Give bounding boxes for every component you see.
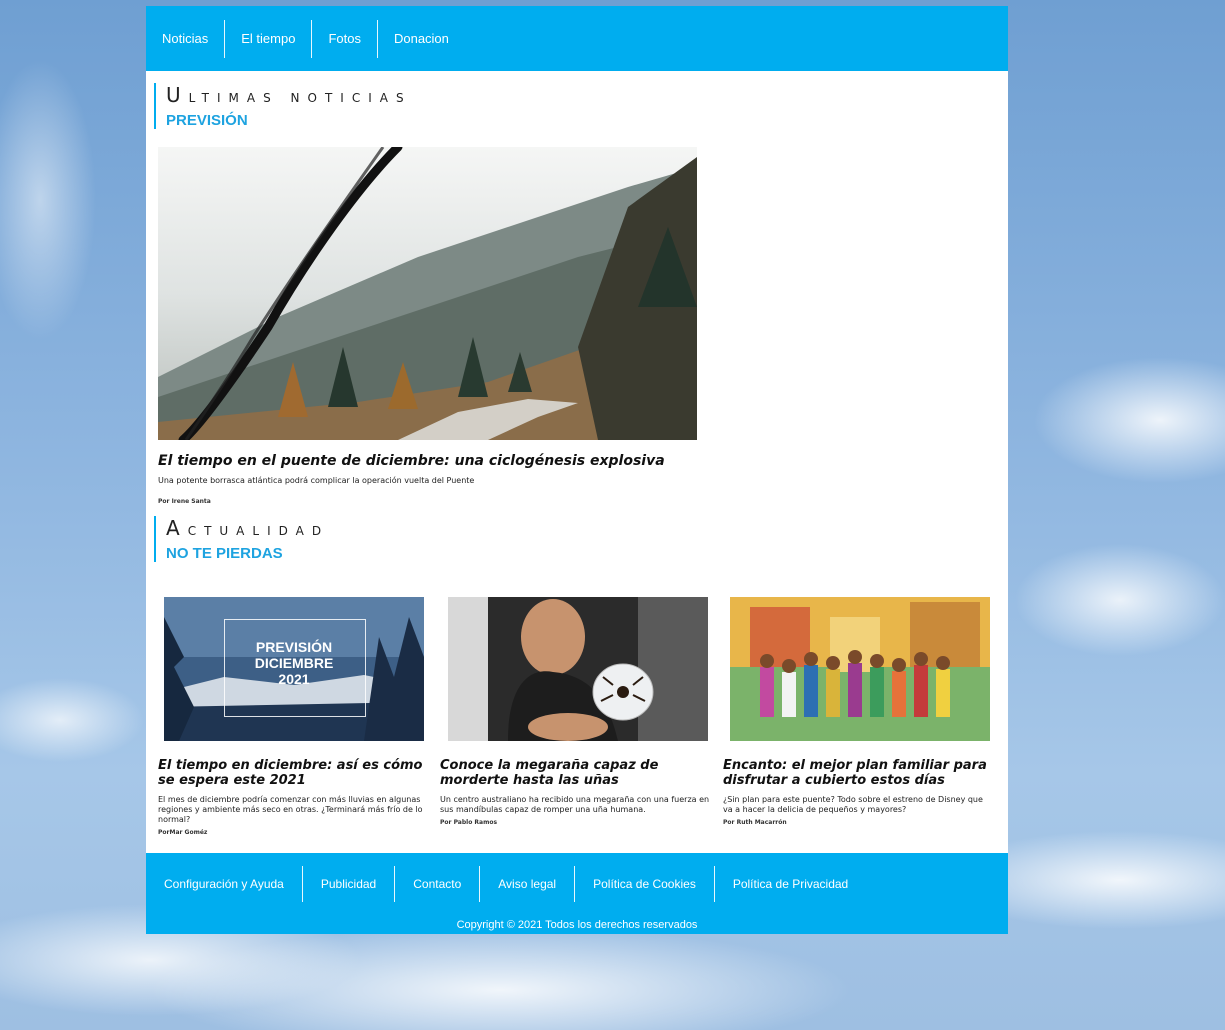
- footer-link-configuracion[interactable]: Configuración y Ayuda: [146, 866, 303, 902]
- card-image-spider[interactable]: [448, 597, 708, 741]
- nav-item-fotos[interactable]: Fotos: [312, 19, 378, 58]
- page-container: Noticias El tiempo Fotos Donacion Ultima…: [146, 6, 1008, 934]
- latest-news-header: Ultimas noticias PREVISIÓN: [154, 83, 412, 129]
- hero-summary: Una potente borrasca atlántica podrá com…: [158, 476, 475, 485]
- actualidad-title: Actualidad: [166, 516, 330, 540]
- card-title[interactable]: Encanto: el mejor plan familiar para dis…: [723, 758, 995, 788]
- footer-link-cookies[interactable]: Política de Cookies: [575, 866, 715, 902]
- card-image-prevision[interactable]: PREVISIÓN DICIEMBRE 2021: [164, 597, 424, 741]
- footer-links: Configuración y Ayuda Publicidad Contact…: [146, 862, 866, 906]
- year-word: 2021: [278, 671, 310, 687]
- card-author: Por Ruth Macarrón: [723, 819, 787, 826]
- top-navigation: Noticias El tiempo Fotos Donacion: [146, 6, 1008, 71]
- hero-headline[interactable]: El tiempo en el puente de diciembre: una…: [158, 453, 665, 469]
- card-image-encanto[interactable]: [730, 597, 990, 741]
- footer-link-aviso-legal[interactable]: Aviso legal: [480, 866, 576, 902]
- footer-link-contacto[interactable]: Contacto: [395, 866, 481, 902]
- card-summary: Un centro australiano ha recibido una me…: [440, 795, 710, 814]
- card-image-spider-art: [448, 597, 708, 741]
- prevision-overlay-text: PREVISIÓN DICIEMBRE 2021: [224, 639, 364, 687]
- diciembre-word: DICIEMBRE: [254, 655, 334, 671]
- card-title[interactable]: Conoce la megaraña capaz de morderte has…: [440, 758, 712, 788]
- news-card-megarana[interactable]: Conoce la megaraña capaz de morderte has…: [440, 597, 712, 826]
- nav-item-el-tiempo[interactable]: El tiempo: [225, 19, 313, 58]
- card-summary: El mes de diciembre podría comenzar con …: [158, 795, 423, 824]
- footer: Configuración y Ayuda Publicidad Contact…: [146, 853, 1008, 934]
- card-author: PorMar Goméz: [158, 829, 208, 836]
- hero-image-art: [158, 147, 697, 440]
- footer-link-publicidad[interactable]: Publicidad: [303, 866, 396, 902]
- actualidad-header: Actualidad NO TE PIERDAS: [154, 516, 329, 562]
- hero-author: Por Irene Santa: [158, 498, 211, 505]
- latest-news-title: Ultimas noticias: [166, 83, 412, 107]
- latest-news-subtitle: PREVISIÓN: [166, 112, 248, 129]
- card-summary: ¿Sin plan para este puente? Todo sobre e…: [723, 795, 983, 814]
- card-title[interactable]: El tiempo en diciembre: así es cómo se e…: [158, 758, 430, 788]
- copyright-text: Copyright © 2021 Todos los derechos rese…: [456, 919, 698, 931]
- prevision-word: PREVISIÓN: [255, 639, 333, 655]
- nav-item-noticias[interactable]: Noticias: [146, 19, 226, 58]
- news-card-encanto[interactable]: Encanto: el mejor plan familiar para dis…: [723, 597, 995, 826]
- nav-item-donacion[interactable]: Donacion: [378, 20, 465, 58]
- card-author: Por Pablo Ramos: [440, 819, 498, 826]
- card-image-encanto-art: [730, 597, 990, 741]
- footer-link-privacidad[interactable]: Política de Privacidad: [715, 866, 866, 902]
- hero-image-snowy-road[interactable]: [158, 147, 697, 440]
- actualidad-subtitle: NO TE PIERDAS: [166, 545, 283, 562]
- news-card-diciembre[interactable]: PREVISIÓN DICIEMBRE 2021 El tiempo en di…: [158, 597, 430, 836]
